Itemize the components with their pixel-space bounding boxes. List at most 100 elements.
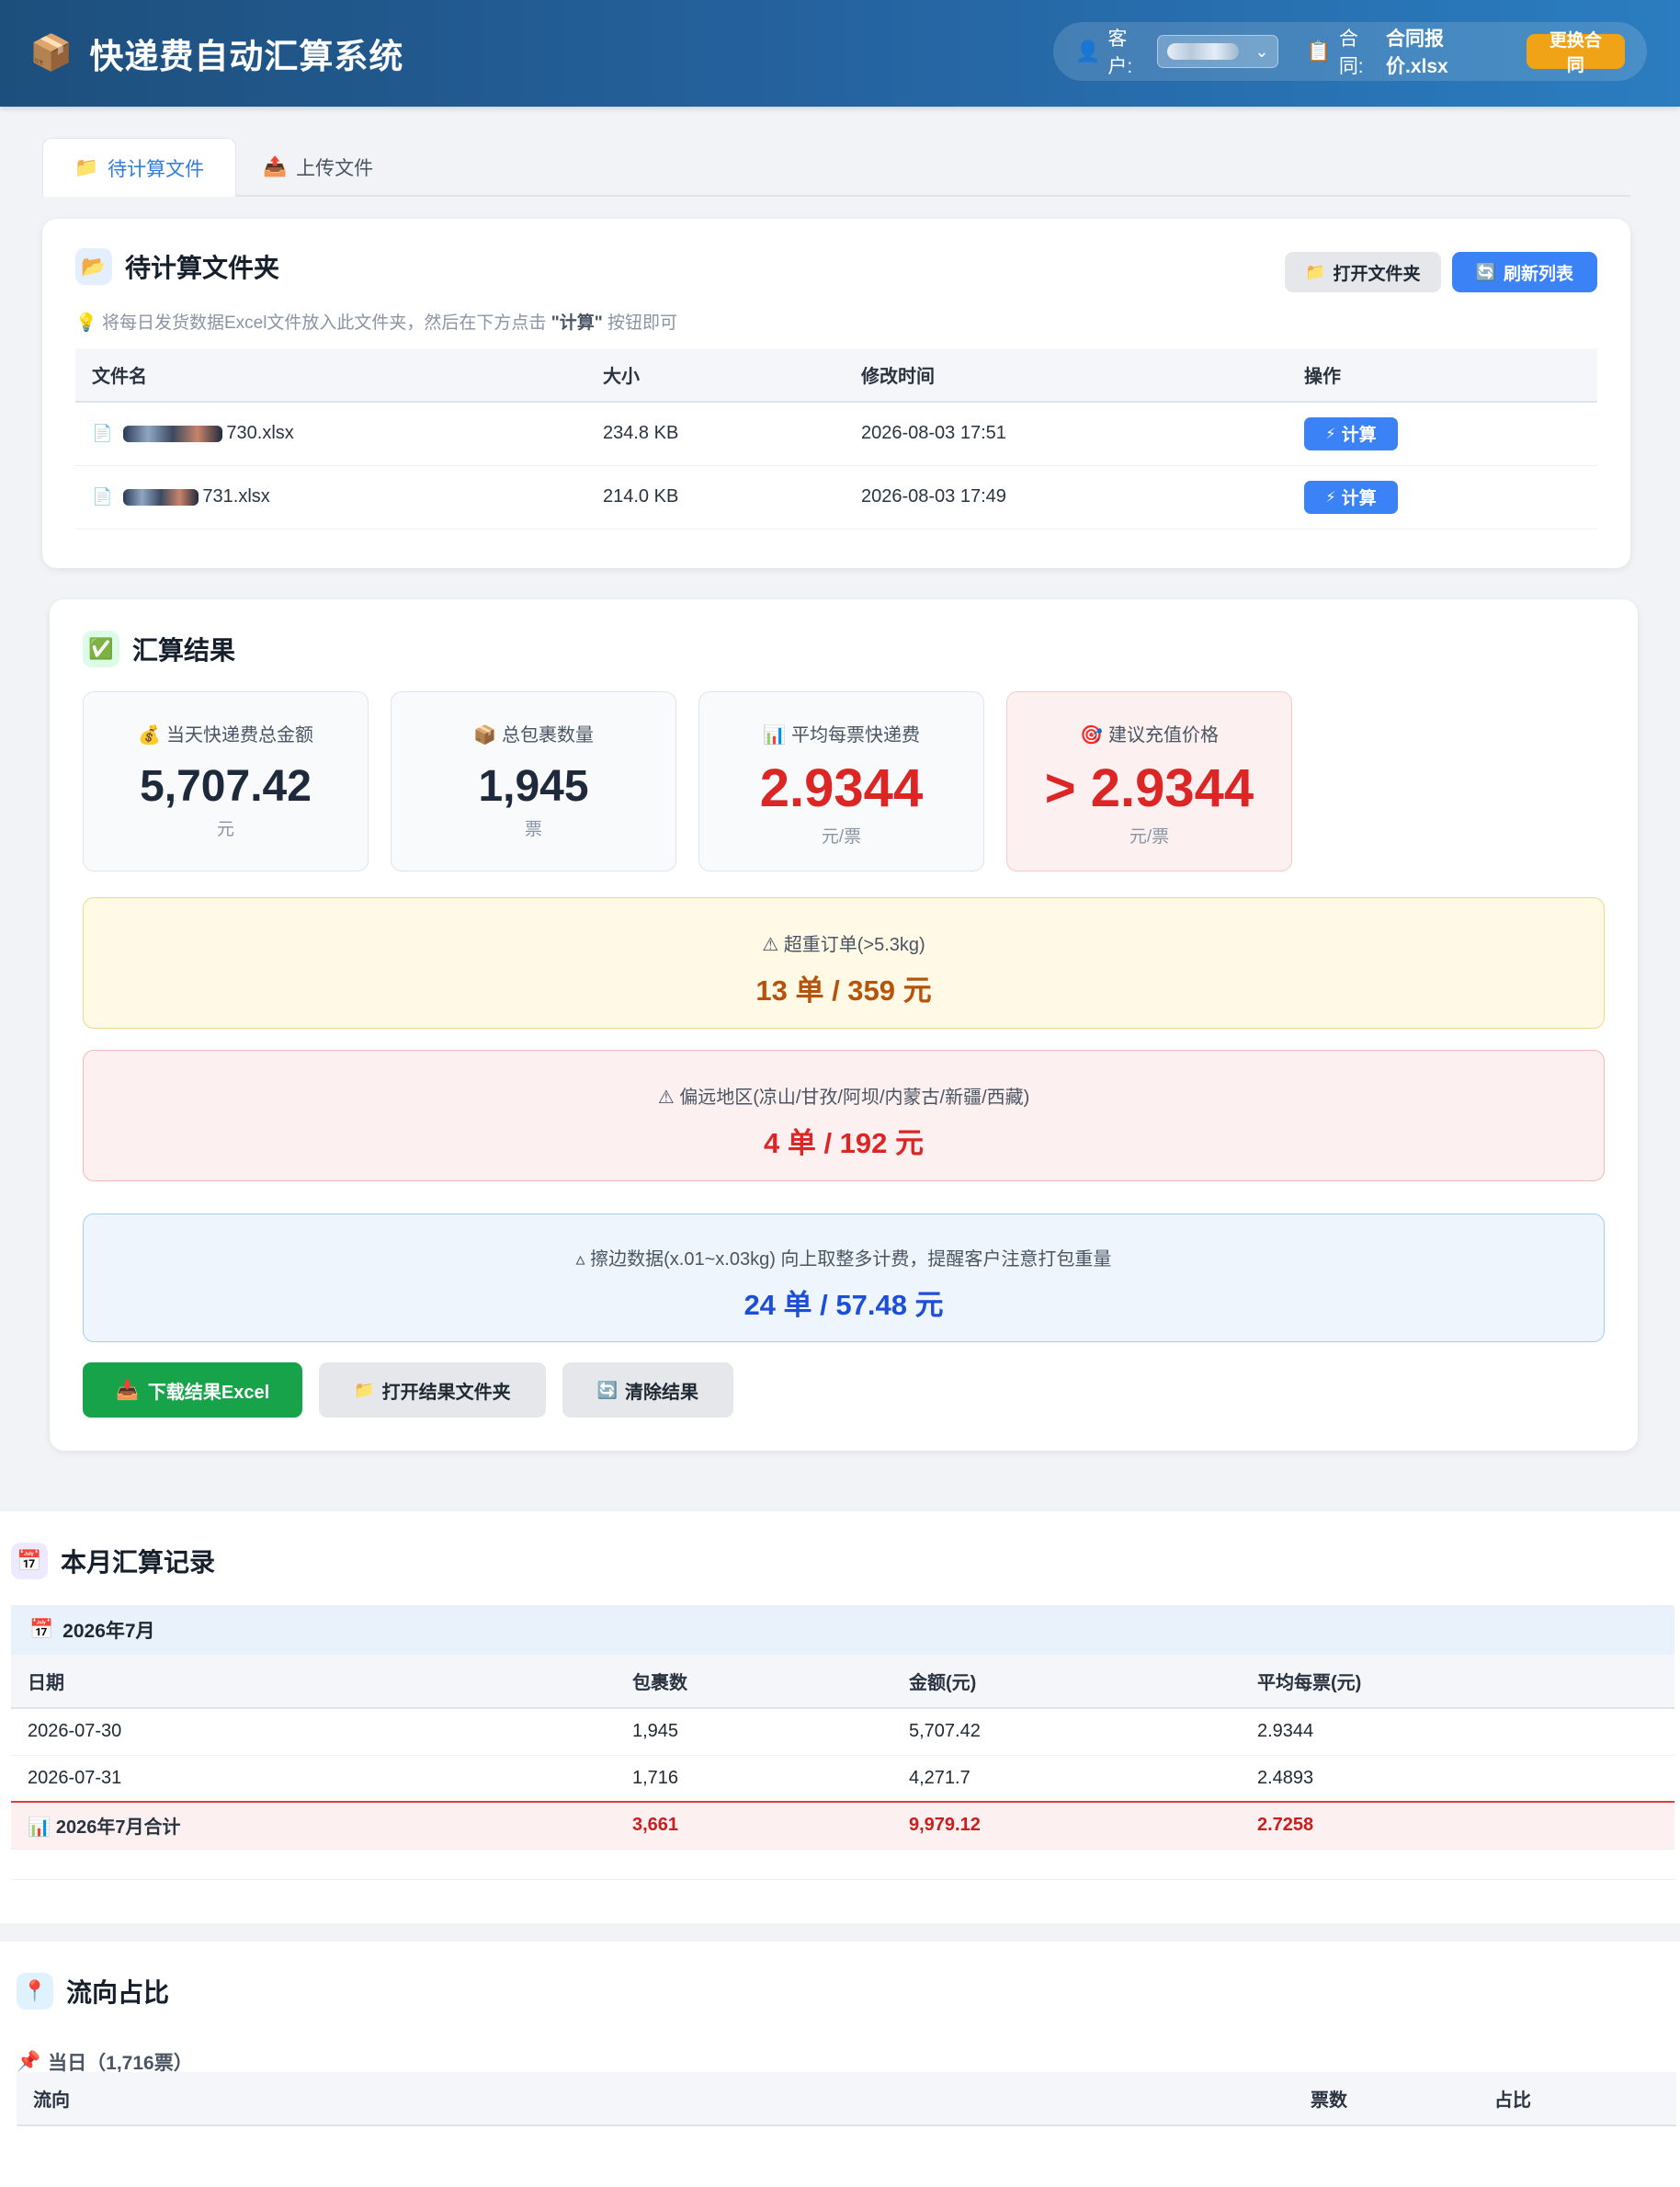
- open-result-folder-button[interactable]: 📁 打开结果文件夹: [319, 1362, 546, 1418]
- result-header: ✅ 汇算结果: [83, 631, 1605, 667]
- alert-label: ⚠ 超重订单(>5.3kg): [762, 935, 925, 955]
- change-contract-button[interactable]: 更换合同: [1526, 31, 1625, 75]
- button-label: 打开结果文件夹: [381, 1382, 511, 1403]
- month-label: 2026年7月: [62, 1621, 155, 1642]
- stat-label: 💰 当天快递费总金额: [84, 720, 368, 746]
- map-pin-icon: 📍: [17, 1973, 53, 2010]
- column-header: 平均每票(元): [1241, 1655, 1674, 1709]
- contract-label: 合同:: [1338, 28, 1364, 77]
- user-icon: 👤: [1075, 40, 1101, 63]
- redacted-filename: [123, 425, 223, 442]
- monthly-title: 本月汇算记录: [61, 1548, 216, 1577]
- alert-label: ⚠ 偏远地区(凉山/甘孜/阿坝/内蒙古/新疆/西藏): [657, 1088, 1030, 1108]
- pending-files-card: 📂 待计算文件夹 📁 打开文件夹 🔄 刷新列表 💡 将每日发货数据Excel文件…: [42, 219, 1630, 568]
- upload-icon: 📤: [263, 156, 288, 177]
- file-size: 234.8 KB: [586, 402, 845, 466]
- hint-bold: "计算": [551, 313, 603, 333]
- button-label: 计算: [1341, 426, 1377, 446]
- calendar-icon: 📅: [11, 1543, 48, 1579]
- refresh-icon: 🔄: [1475, 262, 1496, 281]
- stat-label-text: 总包裹数量: [501, 725, 594, 746]
- stat-value: 5,707.42: [140, 762, 312, 811]
- calculate-button[interactable]: ⚡ 计算: [1304, 480, 1398, 514]
- stat-label-text: 建议充值价格: [1107, 725, 1219, 746]
- folder-icon: 📁: [1305, 262, 1326, 281]
- package-icon: 📦: [29, 34, 74, 73]
- app-title: 快递费自动汇算系统: [89, 38, 404, 75]
- tab-bar: 📁 待计算文件 📤 上传文件: [42, 138, 1630, 197]
- month-group-header[interactable]: 📅 2026年7月: [11, 1605, 1674, 1655]
- download-icon: 📥: [116, 1380, 139, 1401]
- column-header: 包裹数: [616, 1655, 892, 1709]
- monthly-table: 日期 包裹数 金额(元) 平均每票(元) 2026-07-30 1,945 5,…: [11, 1655, 1674, 1850]
- column-header: 金额(元): [892, 1655, 1241, 1709]
- result-title: 汇算结果: [132, 636, 236, 665]
- table-row: 📄 731.xlsx 214.0 KB 2026-08-03 17:49 ⚡ 计…: [75, 465, 1597, 530]
- file-size: 214.0 KB: [586, 465, 845, 530]
- result-actions: 📥 下载结果Excel 📁 打开结果文件夹 🔄 清除结果: [83, 1362, 734, 1418]
- clear-results-button[interactable]: 🔄 清除结果: [562, 1362, 734, 1418]
- stat-label: 🎯 建议充值价格: [1007, 720, 1291, 746]
- remote-area-alert: ⚠ 偏远地区(凉山/甘孜/阿坝/内蒙古/新疆/西藏) 4 单 / 192 元: [83, 1050, 1605, 1181]
- hint-text-end: 按钮即可: [602, 313, 678, 333]
- tab-pending-files[interactable]: 📁 待计算文件: [42, 138, 237, 197]
- customer-select[interactable]: ⌄: [1156, 35, 1279, 68]
- cell-average: 2.4893: [1241, 1755, 1674, 1803]
- folder-icon: 📂: [75, 248, 112, 285]
- lightbulb-icon: 💡: [75, 313, 97, 333]
- download-excel-button[interactable]: 📥 下载结果Excel: [83, 1362, 303, 1418]
- open-folder-button[interactable]: 📁 打开文件夹: [1285, 252, 1441, 292]
- stat-value: 2.9344: [759, 758, 924, 818]
- table-header-row: 流向 票数 占比: [17, 2072, 1676, 2126]
- cell-average: 2.9344: [1241, 1708, 1674, 1756]
- file-icon: 📄: [92, 424, 113, 443]
- file-name: 731.xlsx: [202, 486, 270, 507]
- calculate-button[interactable]: ⚡ 计算: [1304, 416, 1398, 450]
- column-header: 票数: [1294, 2072, 1478, 2126]
- tab-upload-files[interactable]: 📤 上传文件: [232, 138, 404, 197]
- cell-total-label: 📊 2026年7月合计: [11, 1801, 616, 1850]
- total-label: 2026年7月合计: [55, 1817, 181, 1839]
- stat-total-amount: 💰 当天快递费总金额 5,707.42 元: [83, 691, 369, 871]
- pending-files-table: 文件名 大小 修改时间 操作 📄 730.xlsx 234.8 KB 2026-…: [75, 348, 1597, 530]
- divider: [11, 1879, 1674, 1880]
- customer-label: 客户:: [1107, 28, 1133, 77]
- cell-total-count: 3,661: [616, 1801, 892, 1850]
- refresh-icon: 🔄: [596, 1380, 619, 1399]
- cell-count: 1,716: [616, 1755, 892, 1803]
- money-bag-icon: 💰: [138, 725, 161, 746]
- redacted-filename: [123, 488, 199, 506]
- folder-icon: 📁: [354, 1380, 375, 1399]
- column-header: 流向: [17, 2072, 1294, 2126]
- flow-ratio-section: 📍 流向占比 📌 当日（1,716票） 流向 票数 占比: [0, 1942, 1680, 2187]
- column-header: 占比: [1478, 2072, 1676, 2126]
- calendar-icon: 📅: [29, 1619, 54, 1640]
- stat-label-text: 当天快递费总金额: [165, 725, 313, 746]
- alert-value: 13 单 / 359 元: [755, 974, 932, 1007]
- button-label: 刷新列表: [1503, 264, 1573, 284]
- flow-table: 流向 票数 占比: [17, 2072, 1676, 2126]
- action-cell: ⚡ 计算: [1288, 402, 1597, 466]
- tab-label: 上传文件: [296, 158, 374, 179]
- pending-hint: 💡 将每日发货数据Excel文件放入此文件夹，然后在下方点击 "计算" 按钮即可: [75, 309, 1597, 334]
- pending-files-actions: 📁 打开文件夹 🔄 刷新列表: [1285, 252, 1597, 292]
- folder-icon: 📁: [74, 156, 99, 178]
- file-icon: 📄: [92, 487, 113, 506]
- action-cell: ⚡ 计算: [1288, 465, 1597, 530]
- hint-text: 将每日发货数据Excel文件放入此文件夹，然后在下方点击: [101, 313, 551, 333]
- bar-chart-icon: 📊: [28, 1817, 51, 1839]
- cell-date: 2026-07-30: [11, 1708, 616, 1756]
- button-label: 计算: [1341, 489, 1377, 508]
- stat-label: 📦 总包裹数量: [392, 720, 675, 746]
- column-header: 文件名: [75, 348, 586, 403]
- stat-suggested-price: 🎯 建议充值价格 > 2.9344 元/票: [1006, 691, 1292, 871]
- table-header-row: 日期 包裹数 金额(元) 平均每票(元): [11, 1655, 1674, 1709]
- contract-info: 📋 合同: 合同报价.xlsx: [1306, 24, 1504, 79]
- stat-label-text: 平均每票快递费: [790, 725, 920, 746]
- file-mtime: 2026-08-03 17:51: [845, 402, 1288, 466]
- button-label: 打开文件夹: [1333, 264, 1421, 284]
- refresh-list-button[interactable]: 🔄 刷新列表: [1451, 252, 1597, 292]
- table-row: 📄 730.xlsx 234.8 KB 2026-08-03 17:51 ⚡ 计…: [75, 402, 1597, 466]
- total-row: 📊 2026年7月合计 3,661 9,979.12 2.7258: [11, 1801, 1674, 1850]
- target-icon: 🎯: [1080, 725, 1103, 746]
